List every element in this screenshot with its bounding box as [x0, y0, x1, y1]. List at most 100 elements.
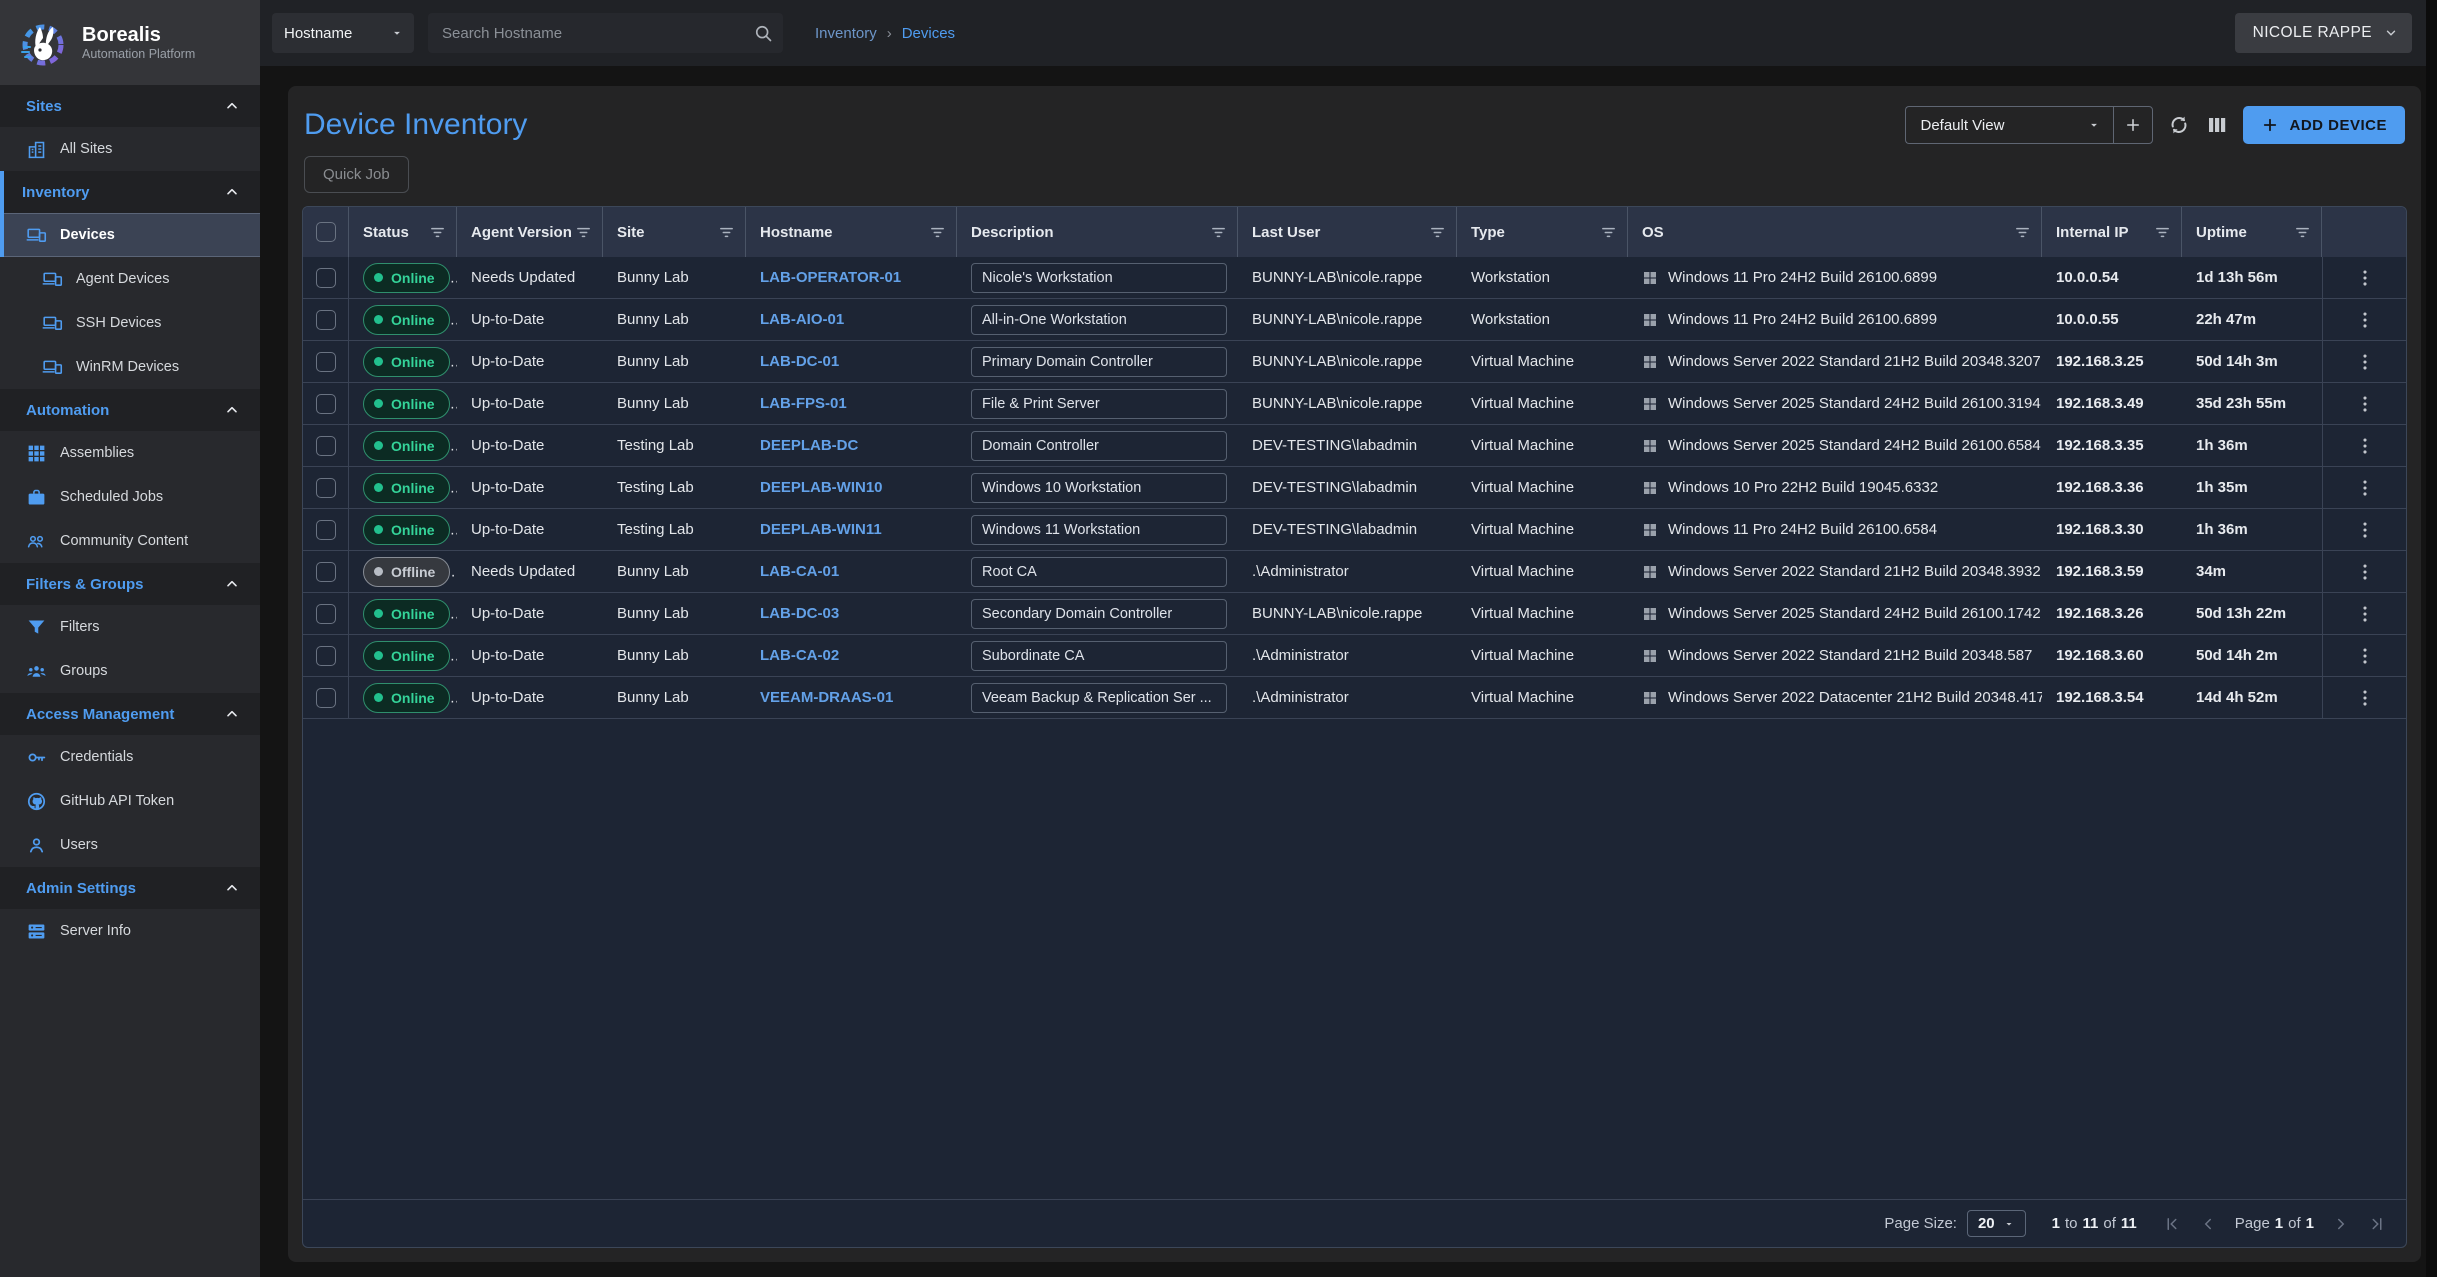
sidebar-section-filters-groups[interactable]: Filters & Groups: [0, 563, 260, 605]
breadcrumb-devices[interactable]: Devices: [902, 25, 955, 42]
description-input[interactable]: Windows 10 Workstation: [971, 473, 1227, 503]
row-checkbox[interactable]: [316, 562, 336, 582]
sidebar-section-admin-settings[interactable]: Admin Settings: [0, 867, 260, 909]
sidebar-item-scheduled-jobs[interactable]: Scheduled Jobs: [0, 475, 260, 519]
kebab-menu-icon[interactable]: [2354, 309, 2376, 331]
hostname-link[interactable]: LAB-FPS-01: [760, 395, 847, 412]
description-input[interactable]: All-in-One Workstation: [971, 305, 1227, 335]
kebab-menu-icon[interactable]: [2354, 687, 2376, 709]
description-input[interactable]: Nicole's Workstation: [971, 263, 1227, 293]
user-menu-button[interactable]: NICOLE RAPPE: [2235, 13, 2412, 53]
kebab-menu-icon[interactable]: [2354, 477, 2376, 499]
kebab-menu-icon[interactable]: [2354, 351, 2376, 373]
kebab-menu-icon[interactable]: [2354, 645, 2376, 667]
page-size-selector[interactable]: 20: [1967, 1210, 2026, 1237]
filter-list-icon[interactable]: [1210, 224, 1227, 241]
filter-list-icon[interactable]: [718, 224, 735, 241]
row-checkbox[interactable]: [316, 436, 336, 456]
filter-list-icon[interactable]: [2294, 224, 2311, 241]
view-selector[interactable]: Default View: [1905, 106, 2113, 144]
description-input[interactable]: Subordinate CA: [971, 641, 1227, 671]
row-checkbox[interactable]: [316, 310, 336, 330]
hostname-link[interactable]: VEEAM-DRAAS-01: [760, 689, 893, 706]
hostname-link[interactable]: LAB-CA-01: [760, 563, 839, 580]
row-checkbox[interactable]: [316, 604, 336, 624]
hostname-link[interactable]: DEEPLAB-WIN10: [760, 479, 883, 496]
row-checkbox[interactable]: [316, 478, 336, 498]
columns-icon[interactable]: [2205, 113, 2229, 137]
search-icon[interactable]: [753, 23, 773, 43]
column-header-description[interactable]: Description: [957, 207, 1238, 257]
kebab-menu-icon[interactable]: [2354, 561, 2376, 583]
row-checkbox[interactable]: [316, 268, 336, 288]
kebab-menu-icon[interactable]: [2354, 519, 2376, 541]
sidebar-item-agent-devices[interactable]: Agent Devices: [0, 257, 260, 301]
sidebar-item-groups[interactable]: Groups: [0, 649, 260, 693]
row-checkbox[interactable]: [316, 352, 336, 372]
window-scrollbar[interactable]: [2426, 0, 2437, 1277]
filter-list-icon[interactable]: [2014, 224, 2031, 241]
add-view-button[interactable]: [2113, 106, 2153, 144]
sidebar-section-automation[interactable]: Automation: [0, 389, 260, 431]
sidebar-item-credentials[interactable]: Credentials: [0, 735, 260, 779]
next-page-icon[interactable]: [2332, 1215, 2350, 1233]
search-field-selector[interactable]: Hostname: [272, 13, 414, 53]
description-input[interactable]: Domain Controller: [971, 431, 1227, 461]
hostname-link[interactable]: LAB-CA-02: [760, 647, 839, 664]
column-header-hostname[interactable]: Hostname: [746, 207, 957, 257]
description-input[interactable]: Windows 11 Workstation: [971, 515, 1227, 545]
column-header-site[interactable]: Site: [603, 207, 746, 257]
column-header-os[interactable]: OS: [1628, 207, 2042, 257]
refresh-icon[interactable]: [2167, 113, 2191, 137]
filter-list-icon[interactable]: [575, 224, 592, 241]
sidebar-item-community-content[interactable]: Community Content: [0, 519, 260, 563]
filter-list-icon[interactable]: [1600, 224, 1617, 241]
column-header-agent-version[interactable]: Agent Version: [457, 207, 603, 257]
column-header-internal-ip[interactable]: Internal IP: [2042, 207, 2182, 257]
filter-list-icon[interactable]: [1429, 224, 1446, 241]
column-header-last-user[interactable]: Last User: [1238, 207, 1457, 257]
add-device-button[interactable]: ADD DEVICE: [2243, 106, 2405, 144]
hostname-link[interactable]: LAB-OPERATOR-01: [760, 269, 901, 286]
row-checkbox[interactable]: [316, 646, 336, 666]
sidebar-section-inventory[interactable]: Inventory: [0, 171, 260, 213]
description-input[interactable]: Veeam Backup & Replication Ser ...: [971, 683, 1227, 713]
kebab-menu-icon[interactable]: [2354, 603, 2376, 625]
kebab-menu-icon[interactable]: [2354, 393, 2376, 415]
filter-list-icon[interactable]: [2154, 224, 2171, 241]
description-input[interactable]: Root CA: [971, 557, 1227, 587]
kebab-menu-icon[interactable]: [2354, 435, 2376, 457]
row-checkbox[interactable]: [316, 394, 336, 414]
sidebar-item-devices[interactable]: Devices: [0, 213, 260, 257]
row-checkbox[interactable]: [316, 520, 336, 540]
search-input[interactable]: [442, 25, 753, 42]
sidebar-section-access-management[interactable]: Access Management: [0, 693, 260, 735]
sidebar-item-filters[interactable]: Filters: [0, 605, 260, 649]
hostname-link[interactable]: DEEPLAB-DC: [760, 437, 858, 454]
column-header-type[interactable]: Type: [1457, 207, 1628, 257]
quick-job-button[interactable]: Quick Job: [304, 156, 409, 193]
kebab-menu-icon[interactable]: [2354, 267, 2376, 289]
sidebar-item-github-api-token[interactable]: GitHub API Token: [0, 779, 260, 823]
description-input[interactable]: Secondary Domain Controller: [971, 599, 1227, 629]
sidebar-section-sites[interactable]: Sites: [0, 85, 260, 127]
hostname-link[interactable]: LAB-DC-01: [760, 353, 839, 370]
row-checkbox[interactable]: [316, 688, 336, 708]
first-page-icon[interactable]: [2163, 1215, 2181, 1233]
hostname-link[interactable]: LAB-DC-03: [760, 605, 839, 622]
sidebar-item-winrm-devices[interactable]: WinRM Devices: [0, 345, 260, 389]
filter-list-icon[interactable]: [929, 224, 946, 241]
description-input[interactable]: Primary Domain Controller: [971, 347, 1227, 377]
sidebar-item-users[interactable]: Users: [0, 823, 260, 867]
sidebar-item-server-info[interactable]: Server Info: [0, 909, 260, 953]
sidebar-item-all-sites[interactable]: All Sites: [0, 127, 260, 171]
sidebar-item-ssh-devices[interactable]: SSH Devices: [0, 301, 260, 345]
hostname-link[interactable]: LAB-AIO-01: [760, 311, 844, 328]
column-header-uptime[interactable]: Uptime: [2182, 207, 2322, 257]
last-page-icon[interactable]: [2368, 1215, 2386, 1233]
filter-list-icon[interactable]: [429, 224, 446, 241]
sidebar-item-assemblies[interactable]: Assemblies: [0, 431, 260, 475]
select-all-checkbox[interactable]: [316, 222, 336, 242]
column-header-status[interactable]: Status: [349, 207, 457, 257]
breadcrumb-inventory[interactable]: Inventory: [815, 25, 877, 42]
